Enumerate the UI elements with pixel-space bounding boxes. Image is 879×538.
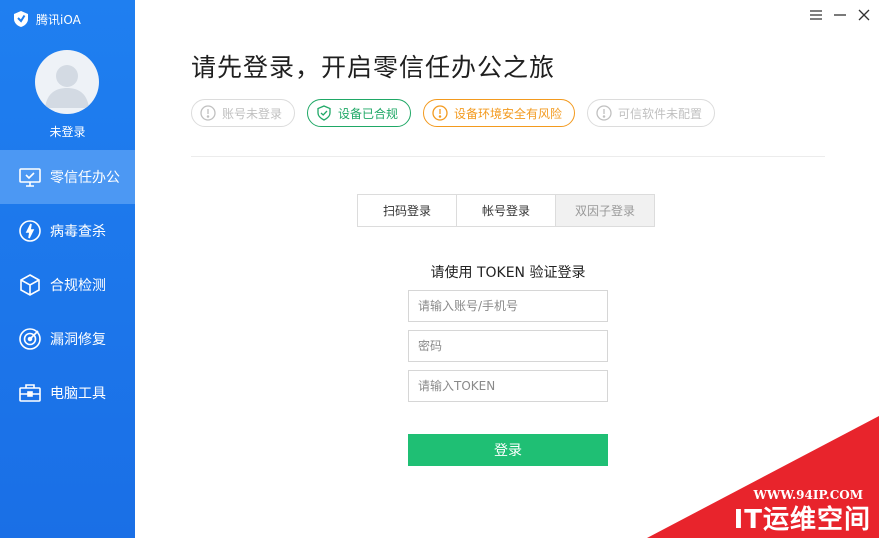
exclamation-circle-icon: [432, 105, 448, 121]
close-icon[interactable]: [857, 7, 871, 21]
status-badge-label: 设备已合规: [338, 106, 399, 121]
toolbox-icon: [19, 384, 41, 402]
watermark: WWW.94IP.COM IT运维空间: [647, 416, 879, 538]
sidebar-item-label: 漏洞修复: [50, 332, 106, 348]
window-controls: [809, 7, 871, 21]
sidebar-item-label: 合规检测: [50, 278, 106, 294]
minimize-icon[interactable]: [833, 7, 847, 21]
watermark-name: IT运维空间: [733, 505, 871, 535]
sidebar-nav: 零信任办公 病毒查杀 合规检测 漏洞修复 电脑工具: [0, 150, 135, 420]
status-badges: 账号未登录 设备已合规 设备环境安全有风险 可信软件未配置: [191, 99, 716, 127]
sidebar-item-label: 病毒查杀: [50, 224, 106, 240]
cube-icon: [20, 274, 40, 296]
sidebar-item-label: 零信任办公: [50, 170, 120, 186]
tab-two-factor-login[interactable]: 双因子登录: [555, 194, 655, 227]
menu-icon[interactable]: [809, 7, 823, 21]
tab-account-login[interactable]: 帐号登录: [456, 194, 556, 227]
status-badge-device-compliant: 设备已合规: [307, 99, 412, 127]
form-title: 请使用 TOKEN 验证登录: [430, 265, 586, 281]
divider: [191, 156, 825, 157]
target-icon: [19, 328, 41, 350]
status-badge-label: 可信软件未配置: [618, 106, 703, 121]
status-badge-label: 设备环境安全有风险: [454, 106, 563, 121]
sidebar-item-antivirus[interactable]: 病毒查杀: [0, 204, 135, 258]
sidebar-item-compliance[interactable]: 合规检测: [0, 258, 135, 312]
login-status: 未登录: [49, 125, 86, 139]
tab-qr-login[interactable]: 扫码登录: [357, 194, 457, 227]
page-title: 请先登录，开启零信任办公之旅: [191, 53, 556, 82]
login-tabs: 扫码登录 帐号登录 双因子登录: [357, 194, 655, 227]
sidebar-item-label: 电脑工具: [50, 386, 106, 402]
password-input[interactable]: [408, 330, 608, 362]
bolt-circle-icon: [19, 220, 41, 242]
shield-check-icon: [317, 105, 331, 121]
app-logo-icon: [14, 11, 28, 27]
account-input[interactable]: [408, 290, 608, 322]
avatar[interactable]: [35, 50, 99, 114]
status-badge-env-risk: 设备环境安全有风险: [423, 99, 576, 127]
app-brand: 腾讯iOA: [12, 10, 81, 28]
sidebar: 腾讯iOA 未登录 零信任办公 病毒查杀 合规检测 漏洞修复 电脑工具: [0, 0, 135, 538]
user-avatar-icon: [45, 65, 89, 108]
sidebar-item-zero-trust[interactable]: 零信任办公: [0, 150, 135, 204]
token-input[interactable]: [408, 370, 608, 402]
exclamation-circle-icon: [200, 105, 216, 121]
app-name: 腾讯iOA: [36, 12, 81, 27]
status-badge-trusted-software: 可信软件未配置: [587, 99, 716, 127]
status-badge-label: 账号未登录: [222, 106, 283, 121]
sidebar-item-vulnerability[interactable]: 漏洞修复: [0, 312, 135, 366]
login-button[interactable]: 登录: [408, 434, 608, 466]
exclamation-circle-icon: [596, 105, 612, 121]
status-badge-account: 账号未登录: [191, 99, 296, 127]
sidebar-item-tools[interactable]: 电脑工具: [0, 366, 135, 420]
monitor-check-icon: [19, 168, 41, 187]
